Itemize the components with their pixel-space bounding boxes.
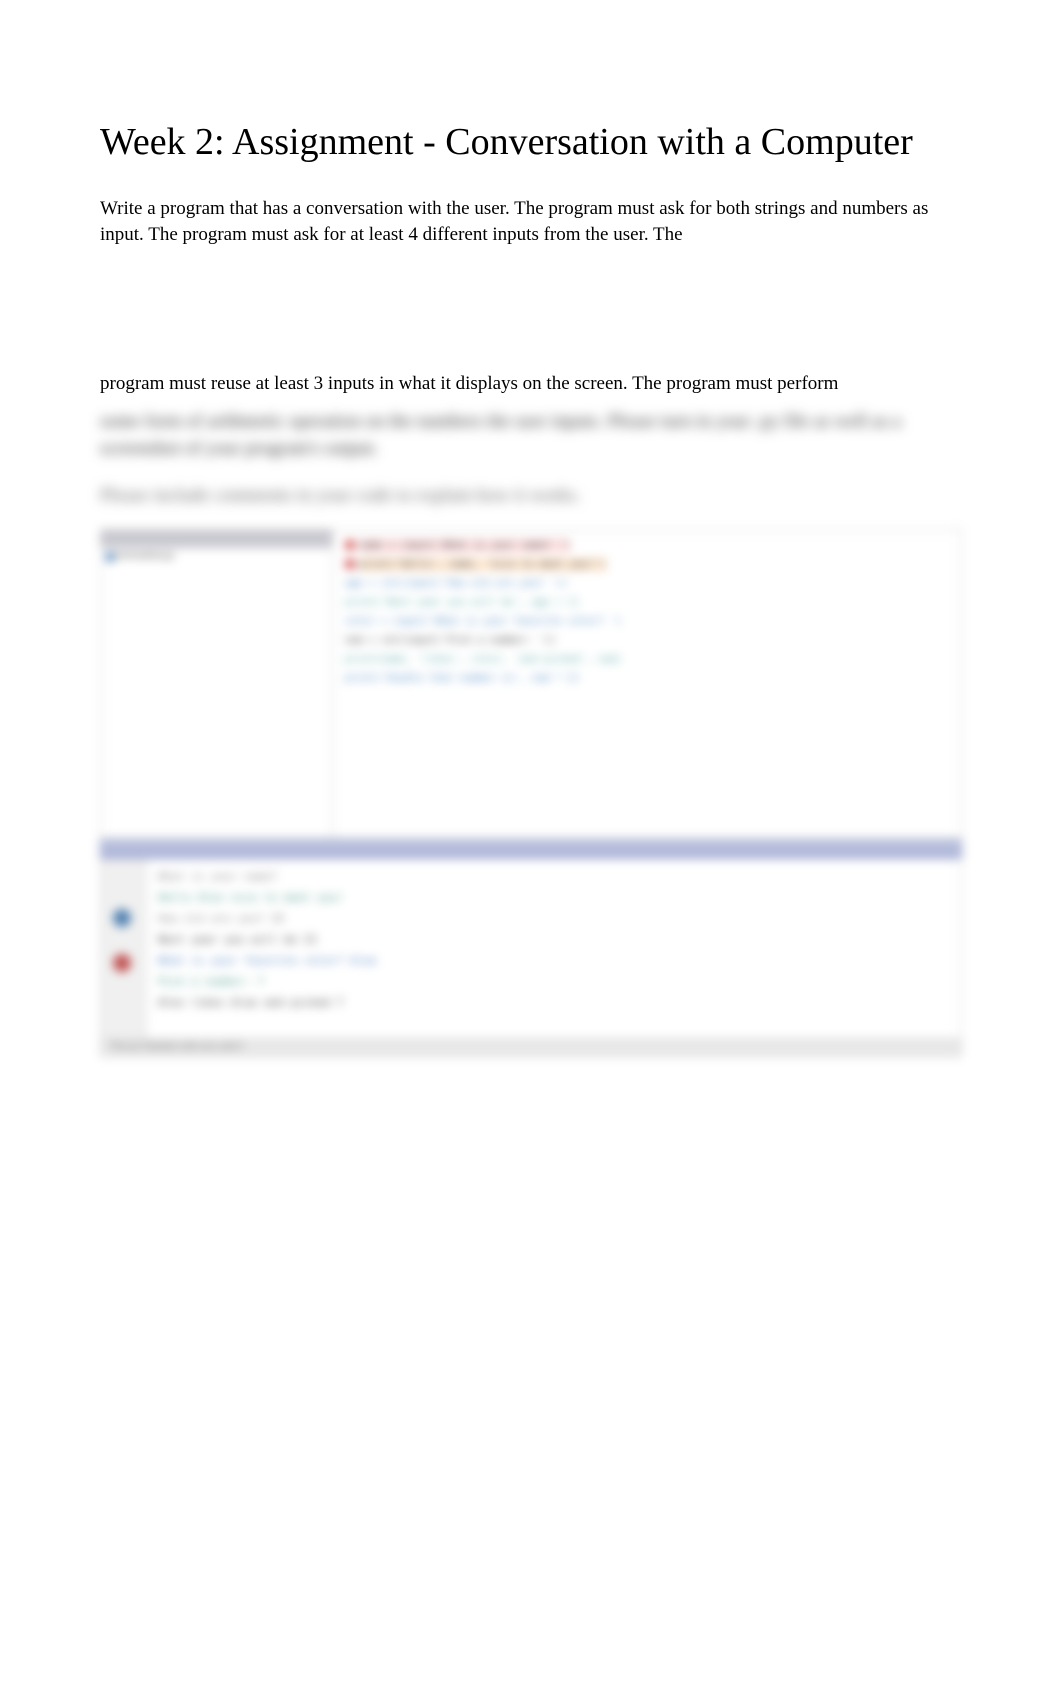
code-line: color = input('What is your favorite col… bbox=[345, 612, 949, 631]
code-line: print('Double that number is', num * 2) bbox=[345, 669, 949, 688]
page-title: Week 2: Assignment - Conversation with a… bbox=[100, 120, 962, 166]
file-label: conversation.py bbox=[111, 550, 175, 561]
ide-status-bar: Process finished with exit code 0 bbox=[100, 1039, 962, 1057]
code-line: print('Hello', name, 'nice to meet you!'… bbox=[345, 555, 949, 574]
ide-left-header bbox=[101, 530, 332, 548]
blurred-paragraph-2: Please include comments in your code to … bbox=[100, 483, 962, 510]
console-line: What is your favorite color? blue bbox=[158, 951, 949, 972]
ide-editor-area: conversation.py name = input('What is yo… bbox=[100, 529, 962, 839]
breakpoint-icon bbox=[345, 559, 355, 569]
console-line: Alex likes blue and picked 7 bbox=[158, 993, 949, 1014]
code-line: num = int(input('Pick a number: ')) bbox=[345, 631, 949, 650]
stop-icon bbox=[113, 954, 131, 972]
ide-code-editor: name = input('What is your name? ') prin… bbox=[333, 530, 961, 838]
intro-paragraph-2: program must reuse at least 3 inputs in … bbox=[100, 371, 962, 398]
ide-screenshot: conversation.py name = input('What is yo… bbox=[100, 529, 962, 1039]
project-file-item: conversation.py bbox=[101, 548, 332, 563]
code-line: age = int(input('How old are you? ')) bbox=[345, 574, 949, 593]
ide-project-panel: conversation.py bbox=[101, 530, 333, 838]
content-gap bbox=[100, 261, 962, 371]
code-line: name = input('What is your name? ') bbox=[345, 536, 949, 555]
ide-divider-bar bbox=[100, 839, 962, 859]
console-gutter bbox=[101, 859, 146, 1038]
console-line: What is your name? bbox=[158, 867, 949, 888]
breakpoint-icon bbox=[345, 540, 355, 550]
console-line: Next year you will be 21 bbox=[158, 930, 949, 951]
console-line: Pick a number: 7 bbox=[158, 972, 949, 993]
code-line: print('Next year you will be', age + 1) bbox=[345, 593, 949, 612]
blurred-paragraph-1: some form of arithmetic operation on the… bbox=[100, 409, 962, 462]
intro-paragraph-1: Write a program that has a conversation … bbox=[100, 196, 962, 249]
console-line: How old are you? 20 bbox=[158, 909, 949, 930]
run-icon bbox=[113, 909, 131, 927]
ide-console-panel: What is your name? Hello Alex nice to me… bbox=[100, 859, 962, 1039]
code-line: print(name, 'likes', color, 'and picked'… bbox=[345, 650, 949, 669]
console-output: What is your name? Hello Alex nice to me… bbox=[146, 859, 961, 1038]
console-line: Hello Alex nice to meet you! bbox=[158, 888, 949, 909]
